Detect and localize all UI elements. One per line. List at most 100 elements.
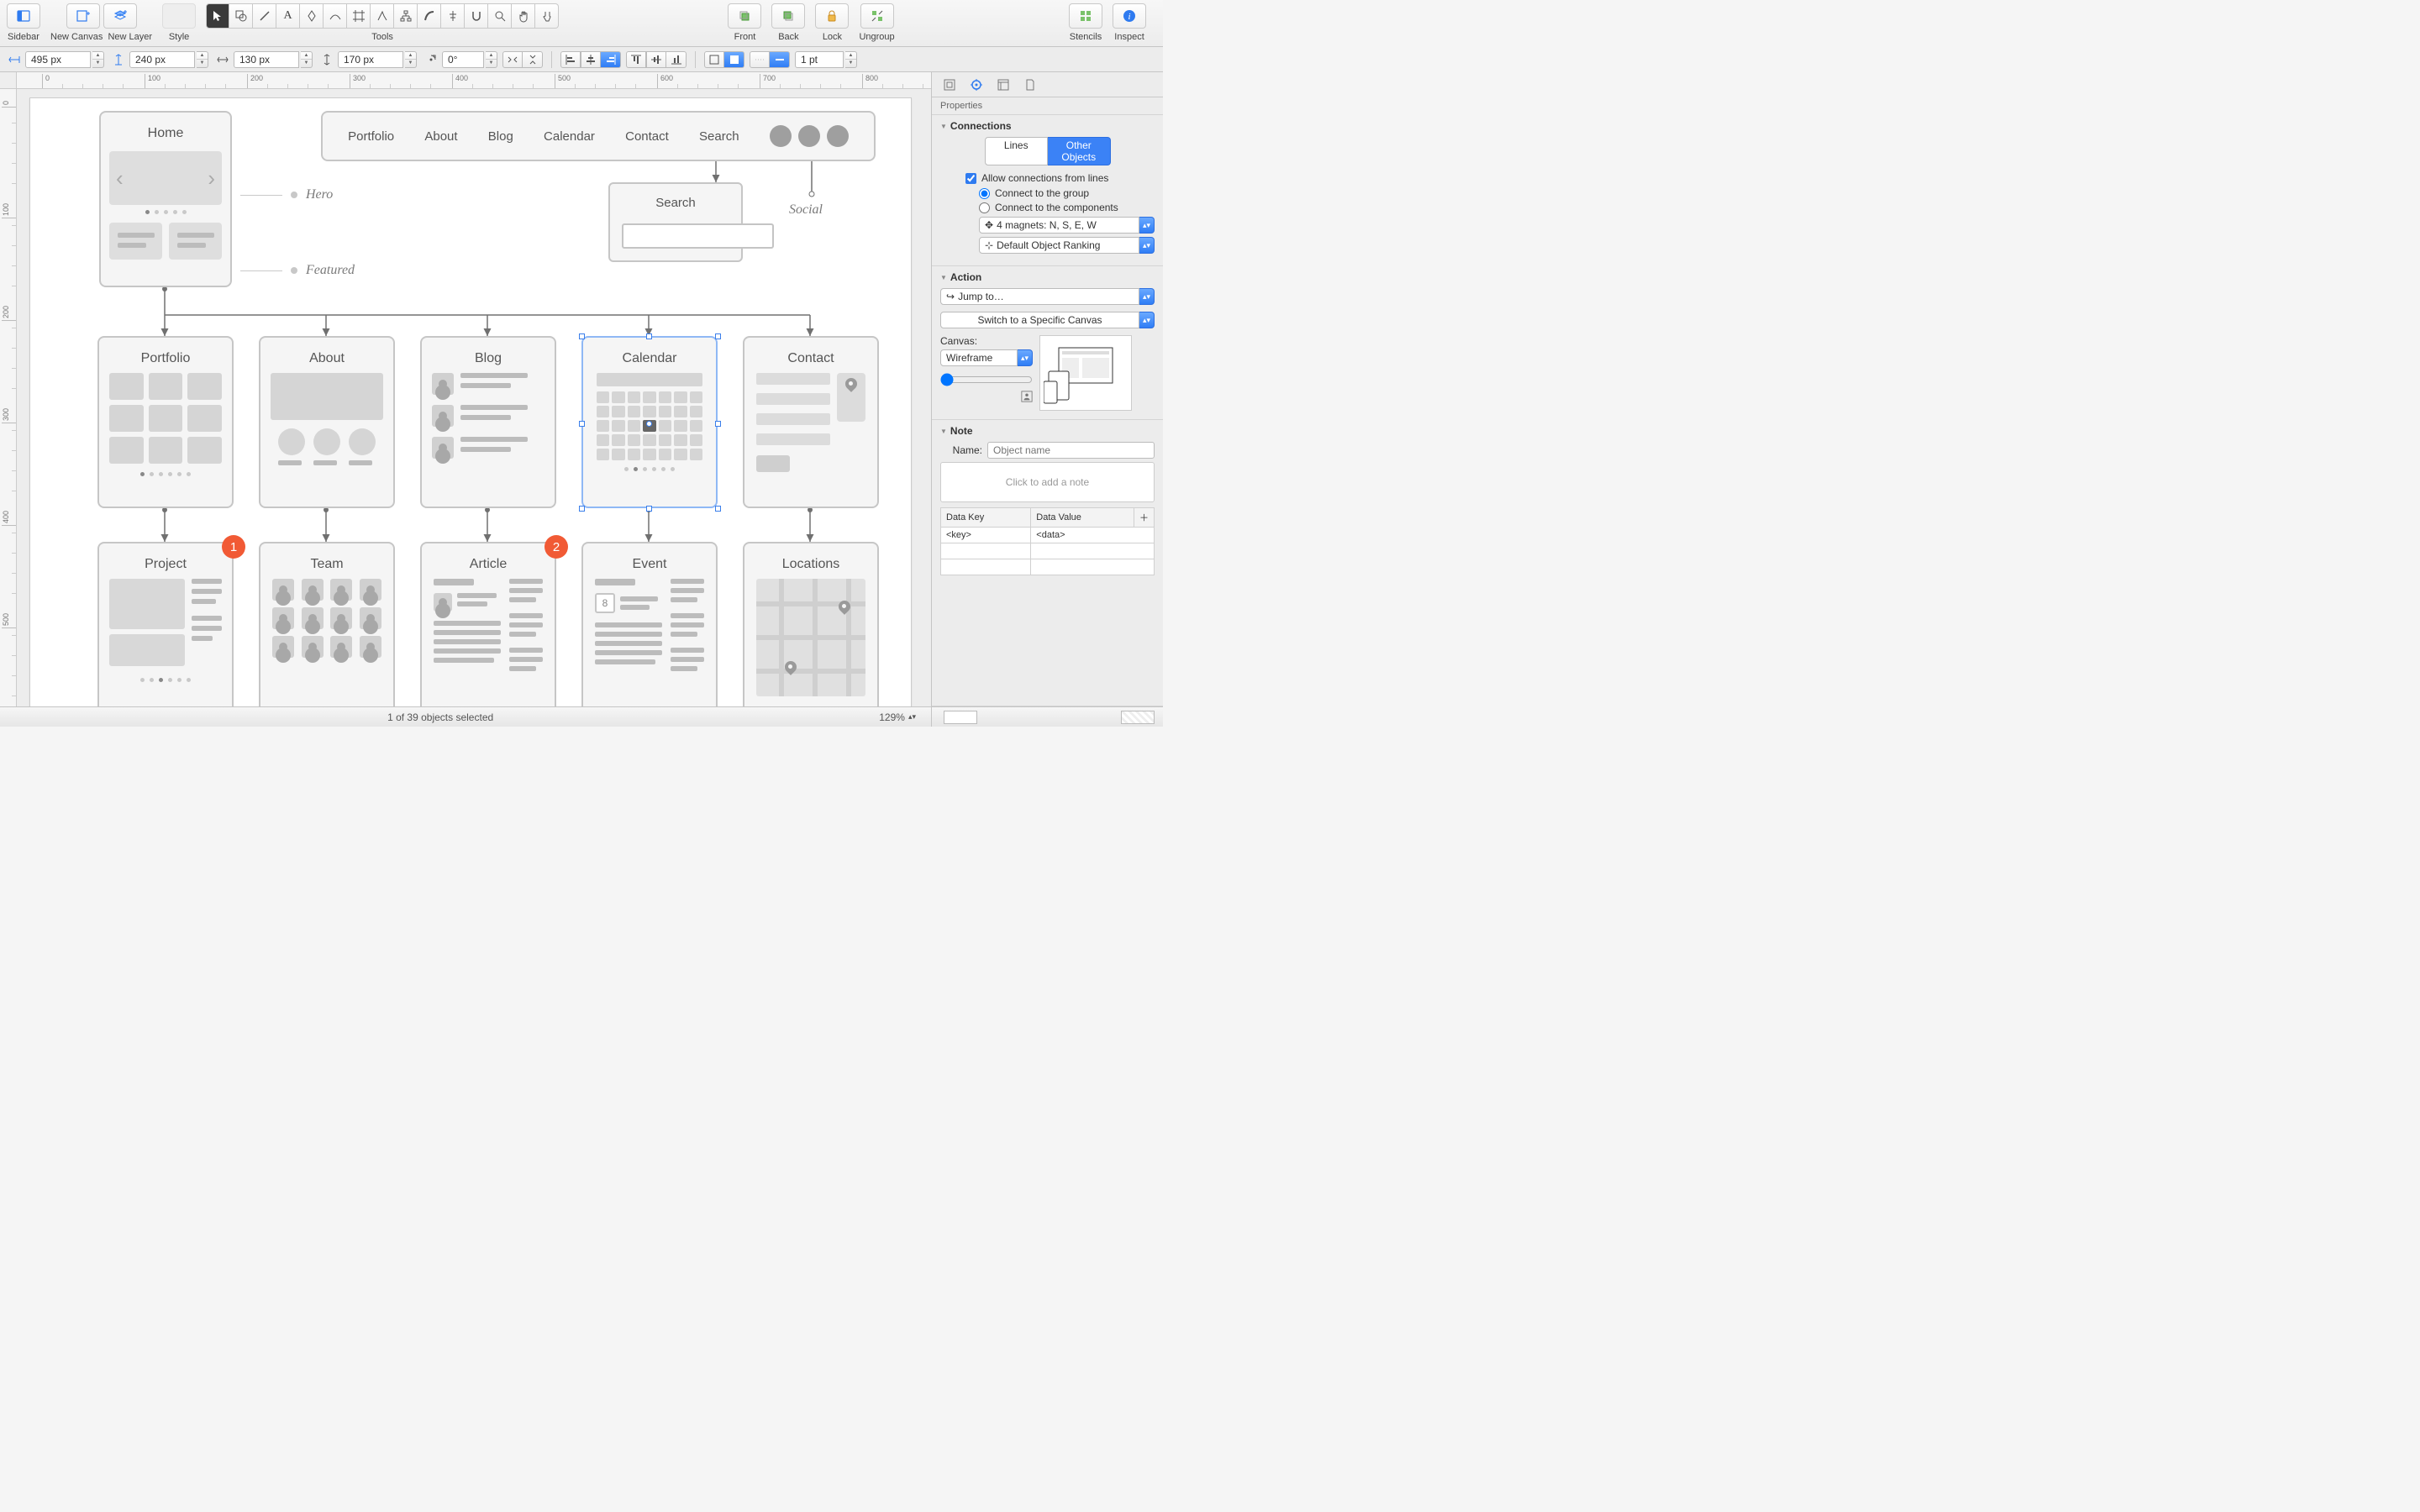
tool-point[interactable]: [371, 3, 394, 29]
wireframe-search-card[interactable]: Search: [608, 182, 743, 262]
wireframe-event-card[interactable]: Event 8: [581, 542, 718, 706]
align-center-button[interactable]: [581, 51, 601, 68]
connect-group-radio[interactable]: Connect to the group: [979, 187, 1155, 199]
canvas-dropdown[interactable]: Wireframe▴▾: [940, 349, 1033, 366]
height-input[interactable]: 170 px: [338, 51, 403, 68]
fill-buttons[interactable]: [704, 51, 744, 68]
object-name-input[interactable]: [987, 442, 1155, 459]
front-button[interactable]: [728, 3, 761, 29]
wireframe-portfolio-card[interactable]: Portfolio: [97, 336, 234, 508]
action-heading[interactable]: Action: [940, 271, 1155, 283]
tool-bezier[interactable]: [324, 3, 347, 29]
tool-shape[interactable]: [229, 3, 253, 29]
tool-hand[interactable]: [512, 3, 535, 29]
tool-line[interactable]: [253, 3, 276, 29]
stroke-weight-field[interactable]: 1 pt▲▼: [795, 51, 857, 68]
y-stepper[interactable]: ▲▼: [197, 51, 208, 68]
stencils-button[interactable]: [1069, 3, 1102, 29]
height-stepper[interactable]: ▲▼: [405, 51, 417, 68]
stroke-solid-button[interactable]: [770, 51, 790, 68]
x-input[interactable]: 495 px: [25, 51, 91, 68]
allow-connections-checkbox[interactable]: Allow connections from lines: [965, 172, 1155, 184]
wireframe-locations-card[interactable]: Locations: [743, 542, 879, 706]
wireframe-team-card[interactable]: Team: [259, 542, 395, 706]
flip-buttons[interactable]: [502, 51, 543, 68]
inspect-button[interactable]: i: [1113, 3, 1146, 29]
flip-v-button[interactable]: [523, 51, 543, 68]
new-layer-button[interactable]: [103, 3, 137, 29]
new-canvas-button[interactable]: [66, 3, 100, 29]
align-v-buttons[interactable]: [626, 51, 687, 68]
align-middle-button[interactable]: [646, 51, 666, 68]
wireframe-project-card[interactable]: Project: [97, 542, 234, 706]
document-tab[interactable]: [1019, 76, 1041, 94]
align-h-buttons[interactable]: [560, 51, 621, 68]
note-badge-1[interactable]: 1: [222, 535, 245, 559]
wireframe-navbar[interactable]: Portfolio About Blog Calendar Contact Se…: [321, 111, 876, 161]
tool-magnet[interactable]: [465, 3, 488, 29]
zoom-control[interactable]: 129%▴▾: [864, 711, 931, 723]
width-field[interactable]: 130 px▲▼: [213, 51, 313, 68]
width-stepper[interactable]: ▲▼: [301, 51, 313, 68]
tool-zoom[interactable]: [488, 3, 512, 29]
properties-tab[interactable]: [965, 76, 987, 94]
stroke-weight-stepper[interactable]: ▲▼: [845, 51, 857, 68]
wireframe-about-card[interactable]: About: [259, 336, 395, 508]
note-textarea[interactable]: Click to add a note: [940, 462, 1155, 502]
lines-tab[interactable]: Lines: [985, 137, 1049, 165]
vertical-ruler[interactable]: 0100200300400500: [0, 89, 17, 706]
align-right-button[interactable]: [601, 51, 621, 68]
add-row-button[interactable]: ＋: [1134, 508, 1155, 528]
ranking-dropdown[interactable]: ⊹Default Object Ranking▴▾: [979, 237, 1155, 254]
tool-select[interactable]: [206, 3, 229, 29]
tool-pointer[interactable]: [535, 3, 559, 29]
action-type-dropdown[interactable]: Switch to a Specific Canvas▴▾: [940, 312, 1155, 328]
wireframe-article-card[interactable]: Article: [420, 542, 556, 706]
jump-to-dropdown[interactable]: ↪Jump to…▴▾: [940, 288, 1155, 305]
x-field[interactable]: 495 px▲▼: [5, 51, 104, 68]
data-key-cell[interactable]: <key>: [941, 528, 1031, 543]
height-field[interactable]: 170 px▲▼: [318, 51, 417, 68]
align-top-button[interactable]: [626, 51, 646, 68]
connections-heading[interactable]: Connections: [940, 120, 1155, 132]
wireframe-blog-card[interactable]: Blog: [420, 336, 556, 508]
ruler-origin[interactable]: [0, 72, 17, 89]
highlight-slider[interactable]: [940, 373, 1033, 386]
ungroup-button[interactable]: [860, 3, 894, 29]
stroke-swatch[interactable]: [1121, 711, 1155, 724]
wireframe-home-card[interactable]: Home ‹ ›: [99, 111, 232, 287]
lock-button[interactable]: [815, 3, 849, 29]
align-left-button[interactable]: [560, 51, 581, 68]
search-input[interactable]: [622, 223, 774, 249]
data-table[interactable]: Data KeyData Value＋ <key><data>: [940, 507, 1155, 575]
wireframe-contact-card[interactable]: Contact: [743, 336, 879, 508]
stroke-weight-input[interactable]: 1 pt: [795, 51, 844, 68]
rotation-stepper[interactable]: ▲▼: [486, 51, 497, 68]
object-tab[interactable]: [939, 76, 960, 94]
connections-segmented[interactable]: Lines Other Objects: [985, 137, 1111, 165]
y-input[interactable]: 240 px: [129, 51, 195, 68]
fill-swatch[interactable]: [944, 711, 977, 724]
connect-components-radio[interactable]: Connect to the components: [979, 202, 1155, 213]
flip-h-button[interactable]: [502, 51, 523, 68]
horizontal-ruler[interactable]: 0100200300400500600700800: [17, 72, 931, 89]
data-value-cell[interactable]: <data>: [1031, 528, 1155, 543]
nofill-button[interactable]: [704, 51, 724, 68]
x-stepper[interactable]: ▲▼: [92, 51, 104, 68]
stroke-style-buttons[interactable]: [750, 51, 790, 68]
other-objects-tab[interactable]: Other Objects: [1048, 137, 1111, 165]
stroke-none-button[interactable]: [750, 51, 770, 68]
y-field[interactable]: 240 px▲▼: [109, 51, 208, 68]
back-button[interactable]: [771, 3, 805, 29]
tool-crop[interactable]: [441, 3, 465, 29]
canvas[interactable]: Home ‹ ›: [17, 89, 931, 706]
rotation-field[interactable]: 0°▲▼: [422, 51, 497, 68]
canvas-preview[interactable]: [1039, 335, 1132, 411]
magnets-dropdown[interactable]: ✥4 magnets: N, S, E, W▴▾: [979, 217, 1155, 234]
fill-button[interactable]: [724, 51, 744, 68]
tool-diagram[interactable]: [394, 3, 418, 29]
tool-brush[interactable]: [418, 3, 441, 29]
canvas-tab[interactable]: [992, 76, 1014, 94]
tool-pen[interactable]: [300, 3, 324, 29]
style-button[interactable]: [162, 3, 196, 29]
